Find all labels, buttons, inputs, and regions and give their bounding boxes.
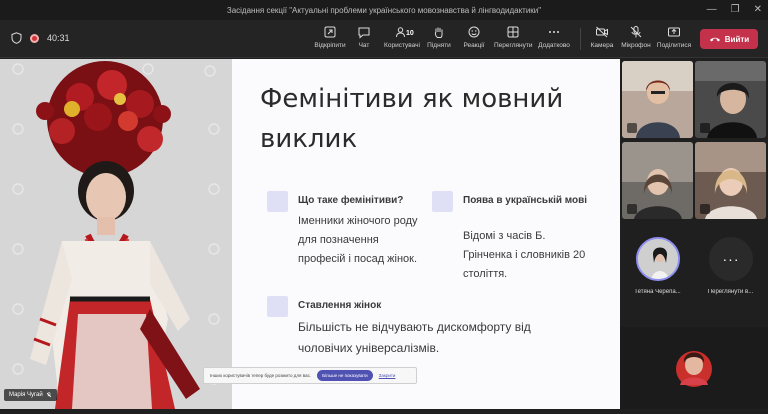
window-controls: — ❐ ✕ [707,2,762,18]
recording-icon [30,33,39,43]
mic-off-icon [630,26,642,38]
raise-hand-label: Підняти [427,42,451,49]
avatar-image [638,239,678,279]
mic-off-icon [46,392,52,398]
people-button[interactable]: 10 Користувачі [383,25,421,49]
chat-icon [358,27,370,39]
more-icon [549,31,559,33]
chat-label: Чат [358,42,370,49]
more-button[interactable]: Додатково [535,25,573,49]
section-marker [267,191,288,212]
view-label: Переглянути [494,42,533,49]
mic-button[interactable]: Мікрофон [617,25,655,49]
close-link[interactable]: Закрити [379,373,396,378]
shield-icon[interactable] [10,32,22,44]
participant-video[interactable] [695,142,766,219]
share-icon [668,27,680,37]
meeting-toolbar: 40:31 Відкріпити Чат 10 Користувачі Підн… [0,20,768,58]
participant-avatar-tile[interactable]: Тетяна Черепа... [622,229,693,315]
reactions-button[interactable]: Реакції [455,25,493,49]
window-title: Засідання секції "Актуальні проблеми укр… [226,5,542,15]
section-heading: Ставлення жінок [298,300,382,311]
pin-icon [700,204,710,214]
slide-title: Фемінітиви як мовний виклик [260,84,564,154]
leave-label: Вийти [724,34,750,44]
presenter-name: Марія Чугай [9,392,43,398]
section-body: Іменники жіночого роду для позначення пр… [298,215,418,265]
section-marker [267,296,288,317]
chat-button[interactable]: Чат [345,25,383,49]
close-icon[interactable]: ✕ [754,2,762,18]
section-heading: Поява в українській мові [463,195,588,206]
pin-icon [627,204,637,214]
participant-video[interactable] [622,142,693,219]
camera-label: Камера [590,42,614,49]
camera-off-icon [596,26,608,38]
people-count: 10 [406,30,414,37]
raise-hand-button[interactable]: Підняти [420,25,458,49]
participant-video[interactable] [695,61,766,138]
more-participants-icon: ··· [709,237,753,281]
hang-up-icon [709,37,720,42]
toolbar-divider [580,28,581,50]
presenter-name-tag: Марія Чугай [4,389,57,401]
reactions-icon [468,26,480,38]
view-button[interactable]: Переглянути [494,25,533,49]
toolbar-left: 40:31 [10,32,70,44]
shared-content-stage: Фемінітиви як мовний виклик Що таке фемі… [0,59,620,409]
pin-icon [700,123,710,133]
self-video-tile[interactable] [620,327,768,409]
reactions-label: Реакції [463,42,485,49]
notification-text: Інших користувачів тепер буде розмито дл… [210,373,312,378]
presentation-slide: Фемінітиви як мовний виклик Що таке фемі… [232,59,620,409]
view-all-label: Переглянути в... [707,289,754,295]
participant-name: Тетяна Черепа... [634,289,681,295]
maximize-icon[interactable]: ❐ [731,2,740,18]
participant-video[interactable] [622,61,693,138]
minimize-icon[interactable]: — [707,2,717,18]
mic-label: Мікрофон [621,42,651,49]
participant-column: Тетяна Черепа... ··· Переглянути в... [620,59,768,409]
more-label: Додатково [538,42,570,49]
woman-in-wreath-image [0,59,232,409]
people-label: Користувачі [384,42,420,49]
section-marker [432,191,453,212]
meeting-timer: 40:31 [47,33,70,43]
section-body: Більшість не відчувають дискомфорту від … [298,320,531,355]
share-button[interactable]: Поділитися [655,25,693,49]
camera-button[interactable]: Камера [583,25,621,49]
self-video-image [620,327,768,409]
leave-button[interactable]: Вийти [700,29,758,49]
presenter-photo [0,59,232,409]
participant-avatar [636,237,680,281]
unpin-icon [324,26,336,38]
view-all-tile[interactable]: ··· Переглянути в... [695,229,766,315]
section-heading: Що таке фемінітиви? [298,195,404,206]
title-bar: Засідання секції "Актуальні проблеми укр… [0,0,768,20]
share-label: Поділитися [656,42,692,49]
view-icon [507,26,519,38]
pin-icon [627,123,637,133]
notification-banner: Інших користувачів тепер буде розмито дл… [203,367,417,384]
raise-hand-icon [434,27,443,38]
dismiss-forever-button[interactable]: Більше не показувати [317,370,373,381]
unpin-button[interactable]: Відкріпити [311,25,349,49]
unpin-label: Відкріпити [314,42,346,49]
section-body: Відомі з часів Б. Грінченка і словників … [463,230,586,280]
